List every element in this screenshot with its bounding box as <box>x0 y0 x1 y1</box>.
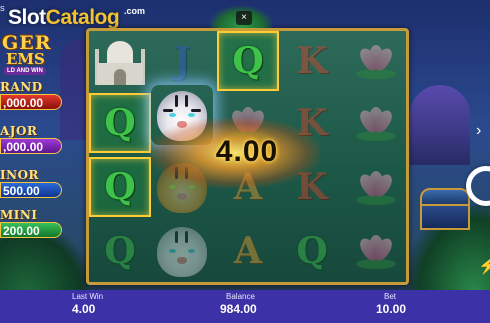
lotus-leaf <box>356 195 396 205</box>
tiger-eye-right <box>188 113 195 117</box>
last-win-value: 4.00 <box>72 302 96 316</box>
reel-cell-q: Q <box>89 221 151 281</box>
tiger-stripe <box>185 95 188 107</box>
symbol-q: Q <box>232 40 264 82</box>
jackpot-mini-value: 200.00 <box>0 222 62 238</box>
logo-subtitle: LD AND WIN <box>4 67 46 75</box>
bottom-info-bar: Last Win 4.00 Balance 984.00 Bet 10.00 <box>0 290 490 323</box>
reel-cell-q: Q <box>281 221 343 281</box>
symbol-j: J <box>173 40 191 82</box>
tiger-eye-left <box>169 113 176 117</box>
lotus-symbol <box>354 39 398 83</box>
lotus-leaf <box>356 131 396 141</box>
background-palace <box>410 85 470 165</box>
reel-cell-q-winning: Q <box>89 157 151 217</box>
jackpot-grand-label: RAND <box>0 80 43 94</box>
watermark-com: .com <box>124 6 146 16</box>
jackpot-mini-label: MINI <box>0 208 38 222</box>
reel-cell-lotus <box>345 93 407 153</box>
lotus-leaf <box>356 69 396 79</box>
symbol-q: Q <box>104 230 136 272</box>
reel-cell-a: A <box>217 221 279 281</box>
tiger-eye-left <box>169 249 176 253</box>
taj-mahal-symbol <box>89 31 151 91</box>
balance-label: Balance <box>226 292 255 301</box>
bet-value: 10.00 <box>376 302 407 316</box>
logo-small-text: S <box>0 6 5 13</box>
bet-label: Bet <box>384 292 397 301</box>
jackpot-major-label: AJOR <box>0 124 38 138</box>
symbol-k: K <box>296 40 328 82</box>
chest-body <box>420 204 470 230</box>
slotcatalog-watermark: SlotCatalog <box>8 6 120 30</box>
turbo-icon[interactable]: ⚡ <box>478 258 490 276</box>
symbol-q: Q <box>104 166 136 208</box>
tiger-face <box>157 227 207 277</box>
close-button[interactable]: × <box>236 11 252 25</box>
lotus-symbol <box>354 165 398 209</box>
jackpot-major-value: ,000.00 <box>0 138 62 154</box>
tiger-stripe <box>185 231 188 243</box>
tiger-stripe <box>175 95 178 107</box>
logo-title-line2: EMS <box>6 50 45 68</box>
reel-cell-lotus <box>345 157 407 217</box>
tiger-symbol <box>153 223 211 279</box>
win-amount: 4.00 <box>215 135 279 168</box>
jackpot-minor-value: 500.00 <box>0 182 62 198</box>
tiger-nose <box>177 257 187 264</box>
lotus-symbol <box>354 101 398 145</box>
symbol-q: Q <box>296 230 328 272</box>
tiger-eye-right <box>188 249 195 253</box>
tiger-nose <box>177 193 187 200</box>
balance-value: 984.00 <box>220 302 257 316</box>
watermark-slot: Slot <box>8 6 46 29</box>
lotus-leaf <box>356 259 396 269</box>
side-menu-arrow-icon[interactable]: › <box>476 122 490 140</box>
symbol-q: Q <box>104 102 136 144</box>
tiger-stripe <box>191 109 201 112</box>
last-win-label: Last Win <box>72 292 104 301</box>
symbol-a: A <box>234 230 262 272</box>
treasure-chest-icon <box>420 188 470 232</box>
jackpot-minor-label: INOR <box>0 168 40 182</box>
tiger-stripe <box>175 231 178 243</box>
reel-cell-q-winning: Q <box>89 93 151 153</box>
reel-cell-q-winning: Q <box>217 31 279 91</box>
reel-cell-j: J <box>151 31 213 91</box>
reel-cell-lotus <box>345 31 407 91</box>
jackpot-grand: RAND ,000.00 <box>0 80 64 110</box>
jackpot-major: AJOR ,000.00 <box>0 124 64 154</box>
tiger-stripe <box>163 109 173 112</box>
reel-cell-lotus <box>345 221 407 281</box>
jackpot-grand-value: ,000.00 <box>0 94 62 110</box>
reel-cell-tiger <box>151 221 213 281</box>
jackpot-minor: INOR 500.00 <box>0 168 64 198</box>
taj-dome <box>107 41 133 65</box>
reel-cell-k: K <box>281 31 343 91</box>
taj-door <box>114 69 126 85</box>
jackpot-mini: MINI 200.00 <box>0 208 64 238</box>
watermark-catalog: Catalog <box>45 6 120 29</box>
lotus-symbol <box>354 229 398 273</box>
reel-cell-taj-mahal <box>89 31 151 91</box>
